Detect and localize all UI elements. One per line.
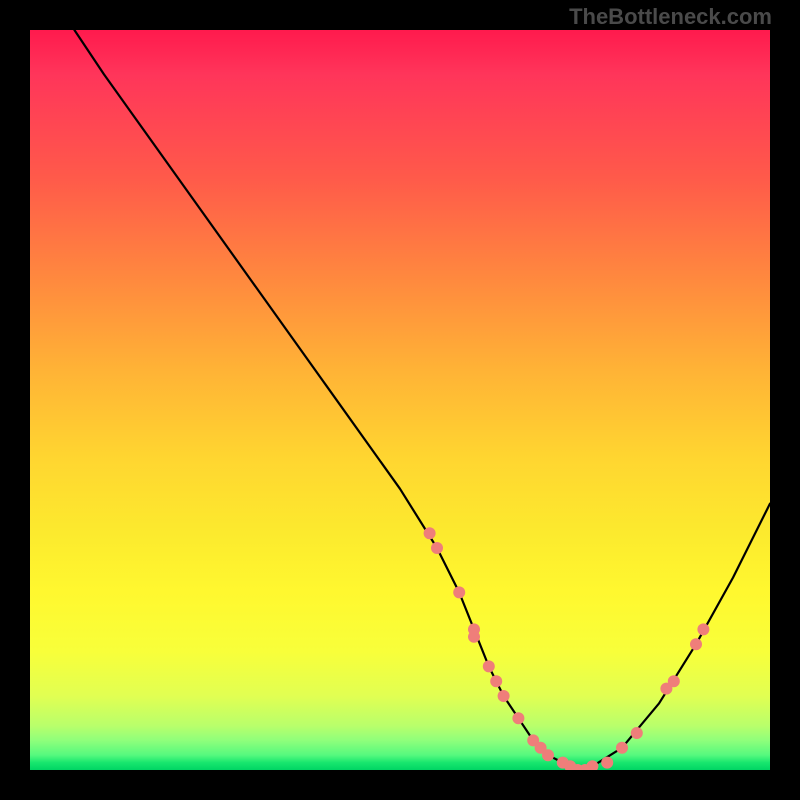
marker-dot [586, 760, 598, 770]
marker-dot [690, 638, 702, 650]
marker-dot [697, 623, 709, 635]
marker-dots [424, 527, 710, 770]
marker-dot [490, 675, 502, 687]
marker-dot [453, 586, 465, 598]
marker-dot [512, 712, 524, 724]
marker-dot [468, 631, 480, 643]
marker-dot [631, 727, 643, 739]
chart-container: TheBottleneck.com [0, 0, 800, 800]
marker-dot [542, 749, 554, 761]
marker-dot [498, 690, 510, 702]
marker-dot [431, 542, 443, 554]
line-path [74, 30, 770, 770]
marker-dot [601, 757, 613, 769]
marker-dot [424, 527, 436, 539]
curve-svg [30, 30, 770, 770]
marker-dot [616, 742, 628, 754]
marker-dot [668, 675, 680, 687]
plot-area [30, 30, 770, 770]
marker-dot [483, 660, 495, 672]
watermark-text: TheBottleneck.com [569, 4, 772, 30]
